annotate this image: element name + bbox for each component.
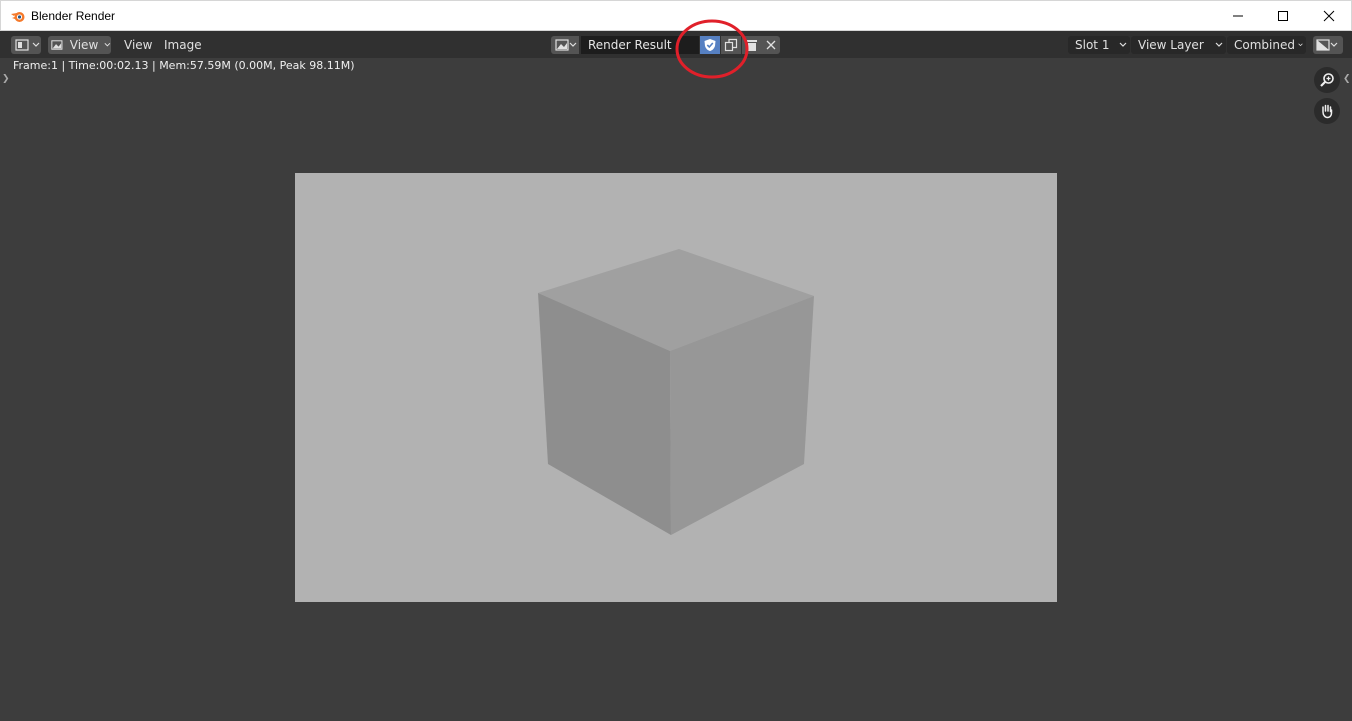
blender-logo-icon <box>11 12 25 22</box>
render-pass-dropdown[interactable]: Combined <box>1227 36 1306 54</box>
image-editor-icon <box>15 39 29 51</box>
chevron-down-icon <box>1330 42 1338 47</box>
render-pass-label: Combined <box>1234 38 1295 52</box>
maximize-button[interactable] <box>1260 1 1306 31</box>
editor-type-button[interactable] <box>11 36 41 54</box>
duplicate-icon <box>724 38 738 52</box>
browse-image-button[interactable] <box>551 36 579 54</box>
duplicate-image-button[interactable] <box>721 36 741 54</box>
unlink-image-button[interactable] <box>762 36 780 54</box>
cube-render <box>538 249 814 535</box>
render-result-image <box>295 173 1057 602</box>
close-window-button[interactable] <box>1306 1 1352 31</box>
image-name-text: Render Result <box>588 38 672 52</box>
toolbar-expand-icon[interactable]: ❯ <box>2 74 10 84</box>
pan-button[interactable] <box>1314 98 1340 124</box>
minimize-button[interactable] <box>1215 1 1261 31</box>
chevron-down-icon <box>104 42 111 47</box>
sidebar-expand-icon[interactable]: ❮ <box>1343 74 1351 84</box>
chevron-down-icon <box>32 42 40 47</box>
chevron-down-icon <box>569 42 577 47</box>
window-title: Blender Render <box>31 9 116 23</box>
image-editor-header: View View Image Render Result Slot 1 Vie… <box>0 31 1352 58</box>
trash-icon <box>747 40 757 51</box>
close-icon <box>766 40 776 50</box>
chevron-down-icon <box>1298 43 1303 47</box>
window-titlebar: Blender Render <box>0 0 1352 31</box>
zoom-button[interactable] <box>1314 67 1340 93</box>
menu-image[interactable]: Image <box>164 36 202 54</box>
view-layer-dropdown[interactable]: View Layer <box>1131 36 1226 54</box>
display-channels-icon <box>1316 39 1330 51</box>
view-layer-label: View Layer <box>1138 38 1204 52</box>
close-icon <box>1323 10 1335 22</box>
minimize-icon <box>1233 15 1243 17</box>
shield-check-icon <box>704 39 716 51</box>
view-mode-label: View <box>69 38 99 52</box>
slot-dropdown[interactable]: Slot 1 <box>1068 36 1130 54</box>
image-icon <box>51 40 63 50</box>
chevron-down-icon <box>1119 42 1127 47</box>
chevron-down-icon <box>1215 42 1223 47</box>
display-channels-dropdown[interactable] <box>1313 36 1343 54</box>
slot-label: Slot 1 <box>1075 38 1110 52</box>
image-name-field[interactable]: Render Result <box>581 36 699 54</box>
image-icon <box>555 39 569 51</box>
maximize-icon <box>1278 11 1288 21</box>
menu-view[interactable]: View <box>124 36 152 54</box>
zoom-icon <box>1320 73 1334 87</box>
view-mode-dropdown[interactable]: View <box>48 36 111 54</box>
fake-user-button[interactable] <box>700 36 720 54</box>
delete-image-button[interactable] <box>742 36 762 54</box>
hand-icon <box>1322 104 1333 119</box>
render-info-text: Frame:1 | Time:00:02.13 | Mem:57.59M (0.… <box>13 59 355 72</box>
